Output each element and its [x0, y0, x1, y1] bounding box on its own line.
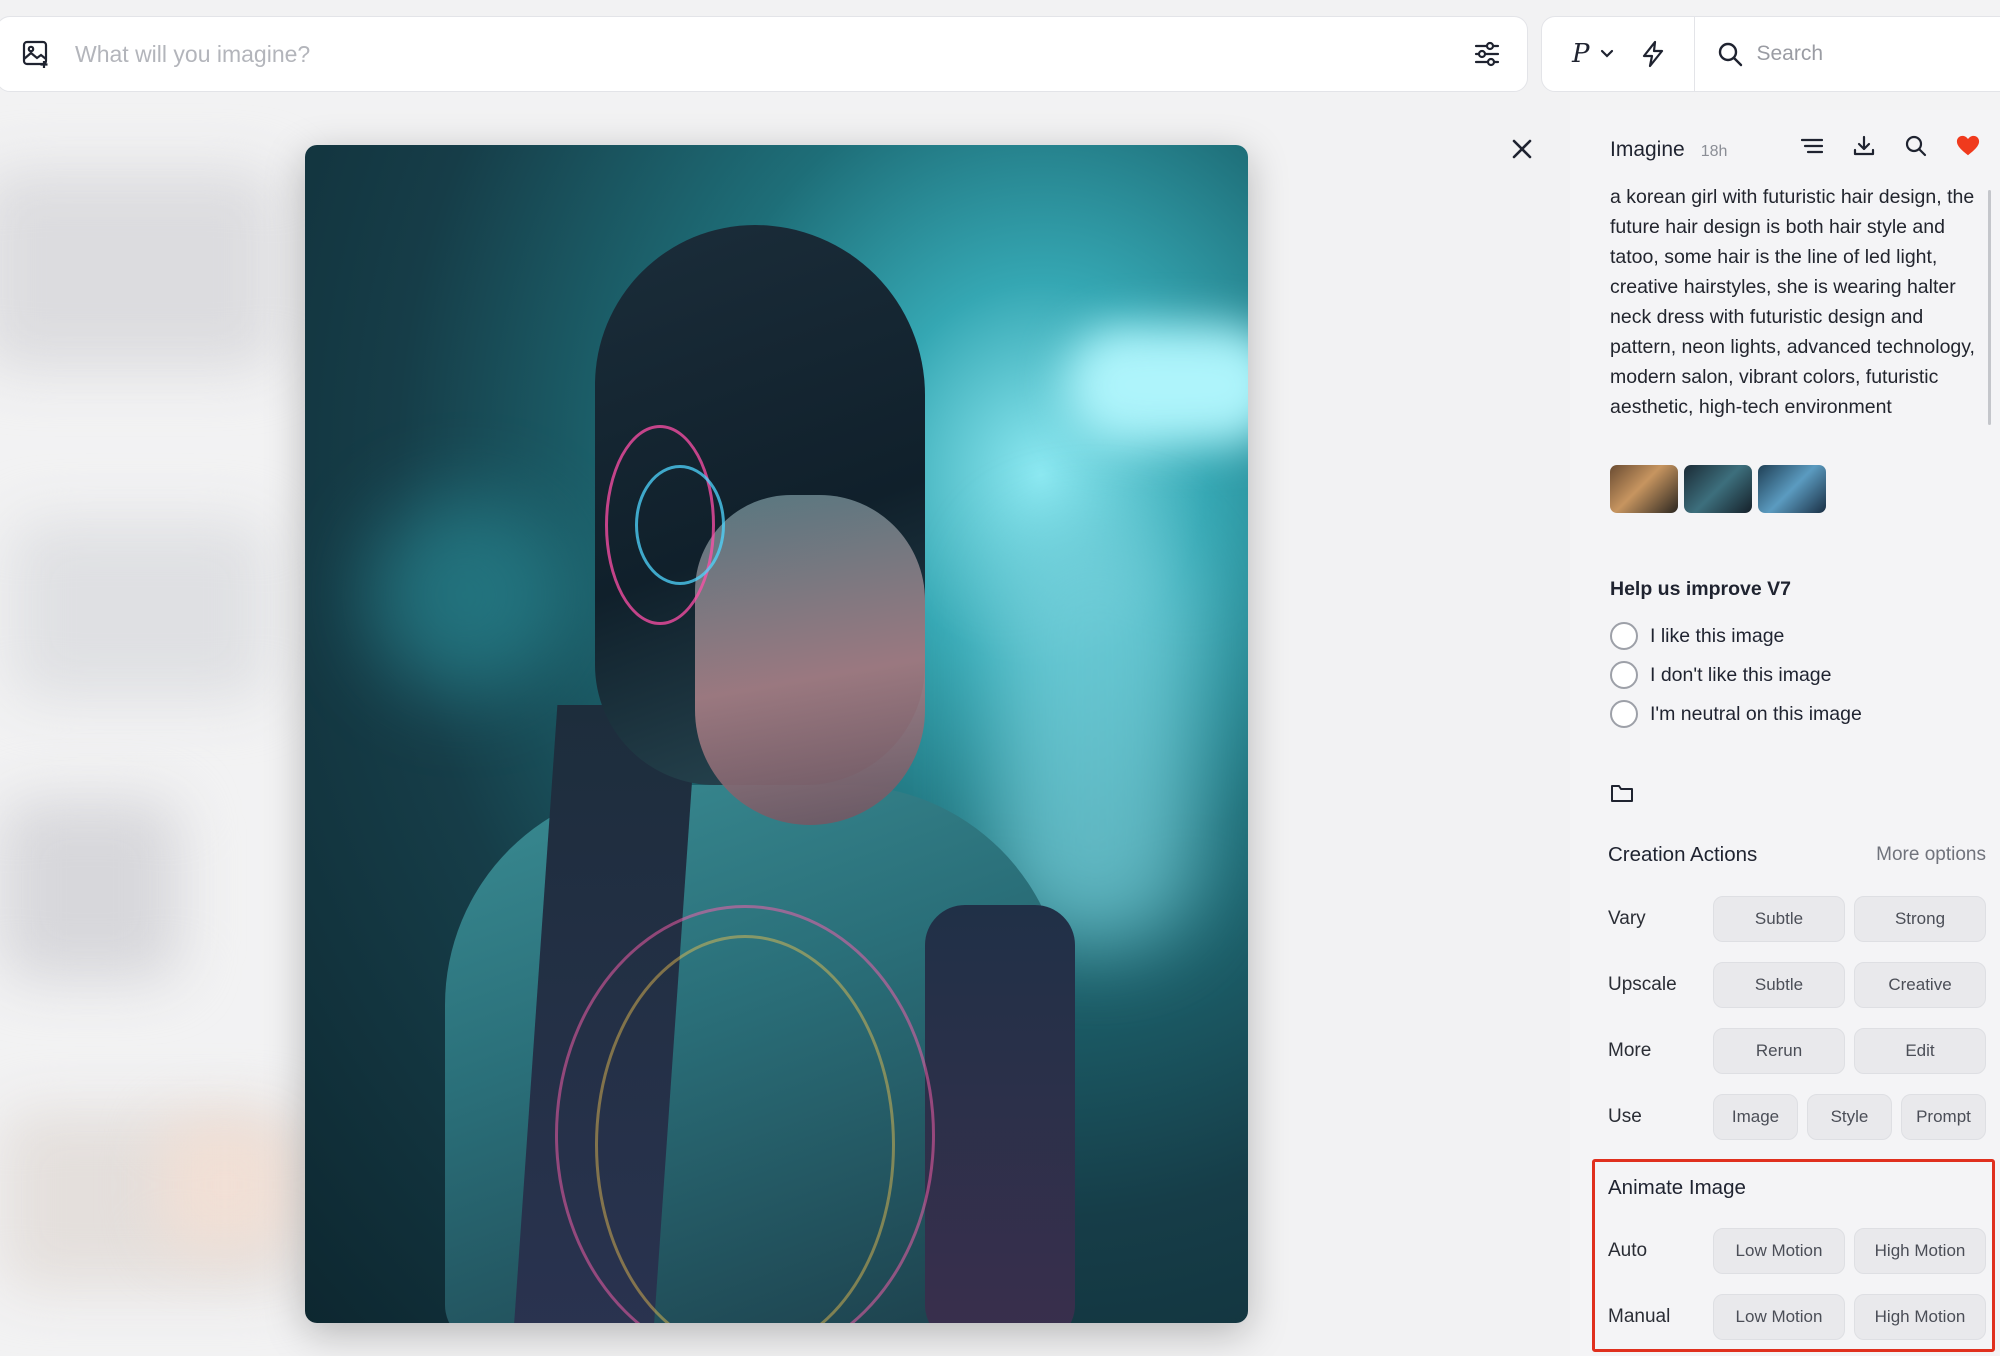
top-right-bar: P Search [1541, 16, 2000, 92]
more-options-link[interactable]: More options [1876, 844, 1986, 866]
settings-sliders-icon[interactable] [1467, 34, 1507, 74]
more-label: More [1608, 1040, 1652, 1061]
divider [1693, 16, 1695, 92]
vary-label: Vary [1608, 908, 1646, 929]
reference-thumbnail[interactable] [1610, 465, 1678, 513]
feedback-option-label: I like this image [1650, 624, 1785, 647]
animate-highlight-box [1592, 1159, 1995, 1352]
search-field[interactable]: Search [1717, 41, 1824, 67]
search-placeholder: Search [1756, 42, 1824, 65]
sidebar-toolbar [1800, 134, 1980, 158]
upscale-creative-button[interactable]: Creative [1854, 962, 1986, 1008]
close-icon[interactable] [1508, 135, 1536, 163]
prompt-input[interactable] [75, 40, 1467, 68]
use-image-button[interactable]: Image [1713, 1094, 1798, 1140]
vary-subtle-button[interactable]: Subtle [1713, 896, 1845, 942]
lightning-icon[interactable] [1636, 37, 1670, 71]
personalize-select[interactable]: P [1572, 39, 1614, 69]
job-title: Imagine [1610, 138, 1685, 161]
reference-thumbnail[interactable] [1758, 465, 1826, 513]
radio-button[interactable] [1610, 700, 1638, 728]
feedback-title: Help us improve V7 [1610, 578, 1791, 600]
edit-button[interactable]: Edit [1854, 1028, 1986, 1074]
personalize-letter: P [1572, 39, 1590, 69]
top-bar: P Search [0, 16, 2000, 92]
creation-actions-title: Creation Actions [1608, 843, 1758, 866]
feedback-option-label: I'm neutral on this image [1650, 702, 1862, 725]
use-style-button[interactable]: Style [1807, 1094, 1892, 1140]
feedback-option-dislike[interactable]: I don't like this image [1610, 661, 1831, 689]
reference-thumbnails [1610, 465, 1826, 513]
generated-image[interactable] [305, 145, 1248, 1323]
radio-button[interactable] [1610, 661, 1638, 689]
use-label: Use [1608, 1106, 1642, 1127]
menu-lines-icon[interactable] [1800, 134, 1824, 158]
feedback-option-neutral[interactable]: I'm neutral on this image [1610, 700, 1862, 728]
feedback-option-like[interactable]: I like this image [1610, 622, 1784, 650]
vary-strong-button[interactable]: Strong [1854, 896, 1986, 942]
upscale-label: Upscale [1608, 974, 1677, 995]
upscale-subtle-button[interactable]: Subtle [1713, 962, 1845, 1008]
sidebar-header: Imagine 18h [1610, 138, 1727, 162]
reference-thumbnail[interactable] [1684, 465, 1752, 513]
heart-icon[interactable] [1956, 134, 1980, 158]
feedback-option-label: I don't like this image [1650, 663, 1832, 686]
prompt-bar [0, 16, 1528, 92]
radio-button[interactable] [1610, 622, 1638, 650]
sidebar-scrollbar[interactable] [1988, 190, 1991, 425]
download-icon[interactable] [1852, 134, 1876, 158]
chevron-down-icon [1600, 49, 1613, 58]
add-image-icon[interactable] [19, 37, 53, 71]
use-prompt-button[interactable]: Prompt [1901, 1094, 1986, 1140]
job-age: 18h [1700, 143, 1728, 160]
folder-icon[interactable] [1610, 782, 1634, 806]
search-icon[interactable] [1904, 134, 1928, 158]
search-icon [1718, 42, 1742, 67]
prompt-text: a korean girl with futuristic hair desig… [1610, 186, 1975, 418]
rerun-button[interactable]: Rerun [1713, 1028, 1845, 1074]
